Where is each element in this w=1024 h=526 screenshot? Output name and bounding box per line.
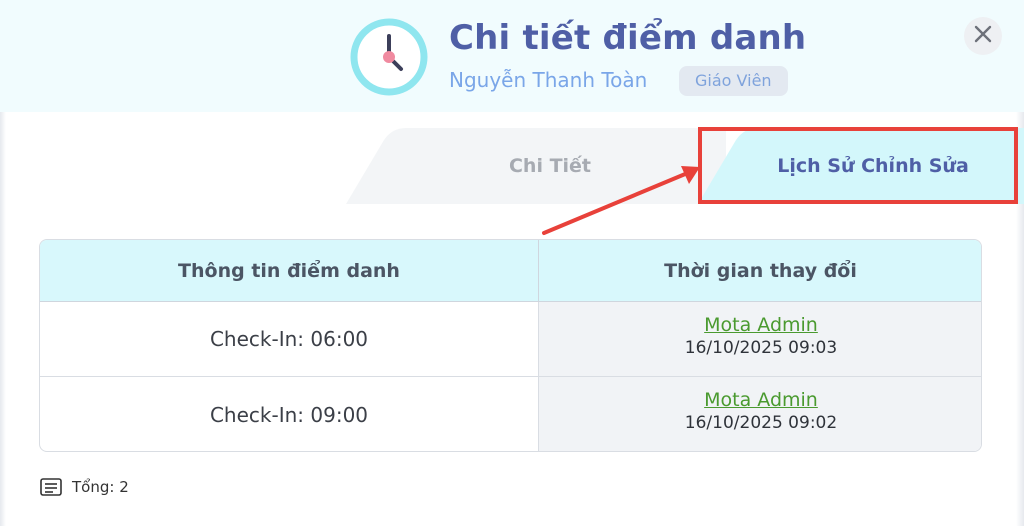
clock-icon	[350, 18, 428, 96]
edit-timestamp: 16/10/2025 09:02	[684, 413, 838, 433]
table-row: Check-In: 06:00 Mota Admin 16/10/2025 09…	[40, 302, 981, 377]
edit-timestamp: 16/10/2025 09:03	[684, 338, 838, 358]
column-header-info: Thông tin điểm danh	[40, 240, 539, 302]
column-header-time: Thời gian thay đổi	[664, 260, 857, 282]
close-button[interactable]	[964, 17, 1002, 55]
edit-history-table: Thông tin điểm danh Thời gian thay đổi C…	[39, 239, 982, 452]
close-icon	[973, 24, 993, 49]
change-time-cell: Mota Admin 16/10/2025 09:03	[539, 302, 981, 376]
dialog-title: Chi tiết điểm danh	[449, 18, 807, 58]
highlight-annotation-box	[698, 127, 1018, 204]
table-row: Check-In: 09:00 Mota Admin 16/10/2025 09…	[40, 377, 981, 451]
change-time-cell: Mota Admin 16/10/2025 09:02	[539, 377, 981, 451]
attendance-detail-dialog: Chi tiết điểm danh Nguyễn Thanh Toàn Giá…	[0, 0, 1024, 526]
table-header: Thông tin điểm danh Thời gian thay đổi	[40, 240, 981, 302]
editor-link[interactable]: Mota Admin	[704, 389, 818, 411]
editor-link[interactable]: Mota Admin	[704, 314, 818, 336]
attendance-info-cell: Check-In: 06:00	[40, 302, 539, 376]
user-name: Nguyễn Thanh Toàn	[449, 68, 648, 92]
table-footer: Tổng: 2	[40, 476, 129, 498]
list-icon	[40, 478, 62, 496]
total-count: Tổng: 2	[72, 478, 129, 496]
dialog-header: Chi tiết điểm danh Nguyễn Thanh Toàn Giá…	[0, 0, 1024, 112]
role-badge: Giáo Viên	[679, 66, 788, 96]
annotation-arrow	[540, 158, 710, 243]
attendance-info-cell: Check-In: 09:00	[40, 377, 539, 451]
